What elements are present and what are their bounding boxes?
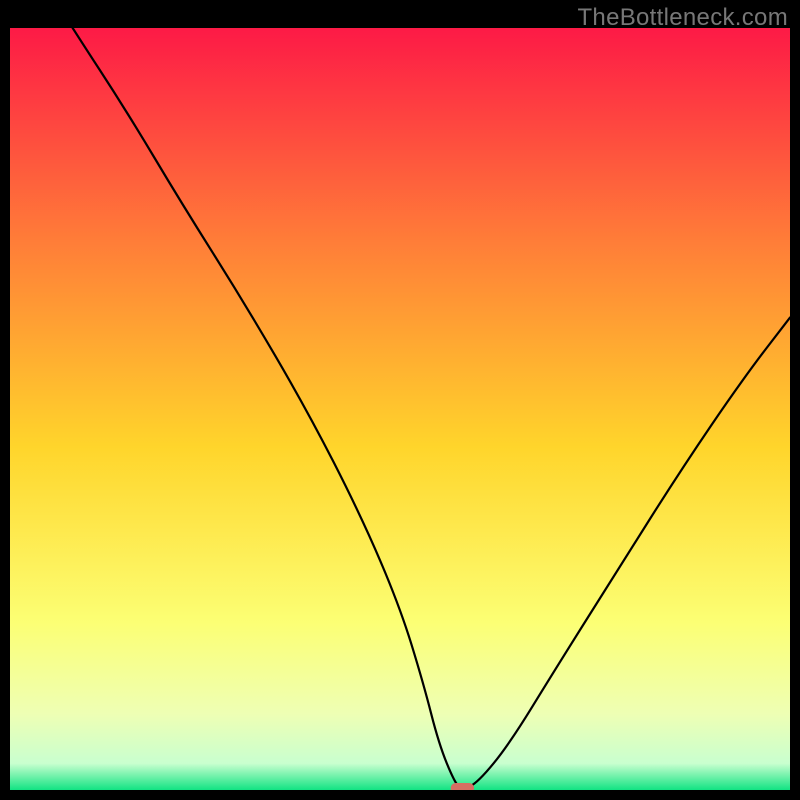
bottleneck-chart [10,28,790,790]
watermark-text: TheBottleneck.com [577,4,788,32]
optimum-marker [451,783,474,790]
plot-area [10,28,790,790]
gradient-background [10,28,790,790]
chart-frame: TheBottleneck.com [0,0,800,800]
